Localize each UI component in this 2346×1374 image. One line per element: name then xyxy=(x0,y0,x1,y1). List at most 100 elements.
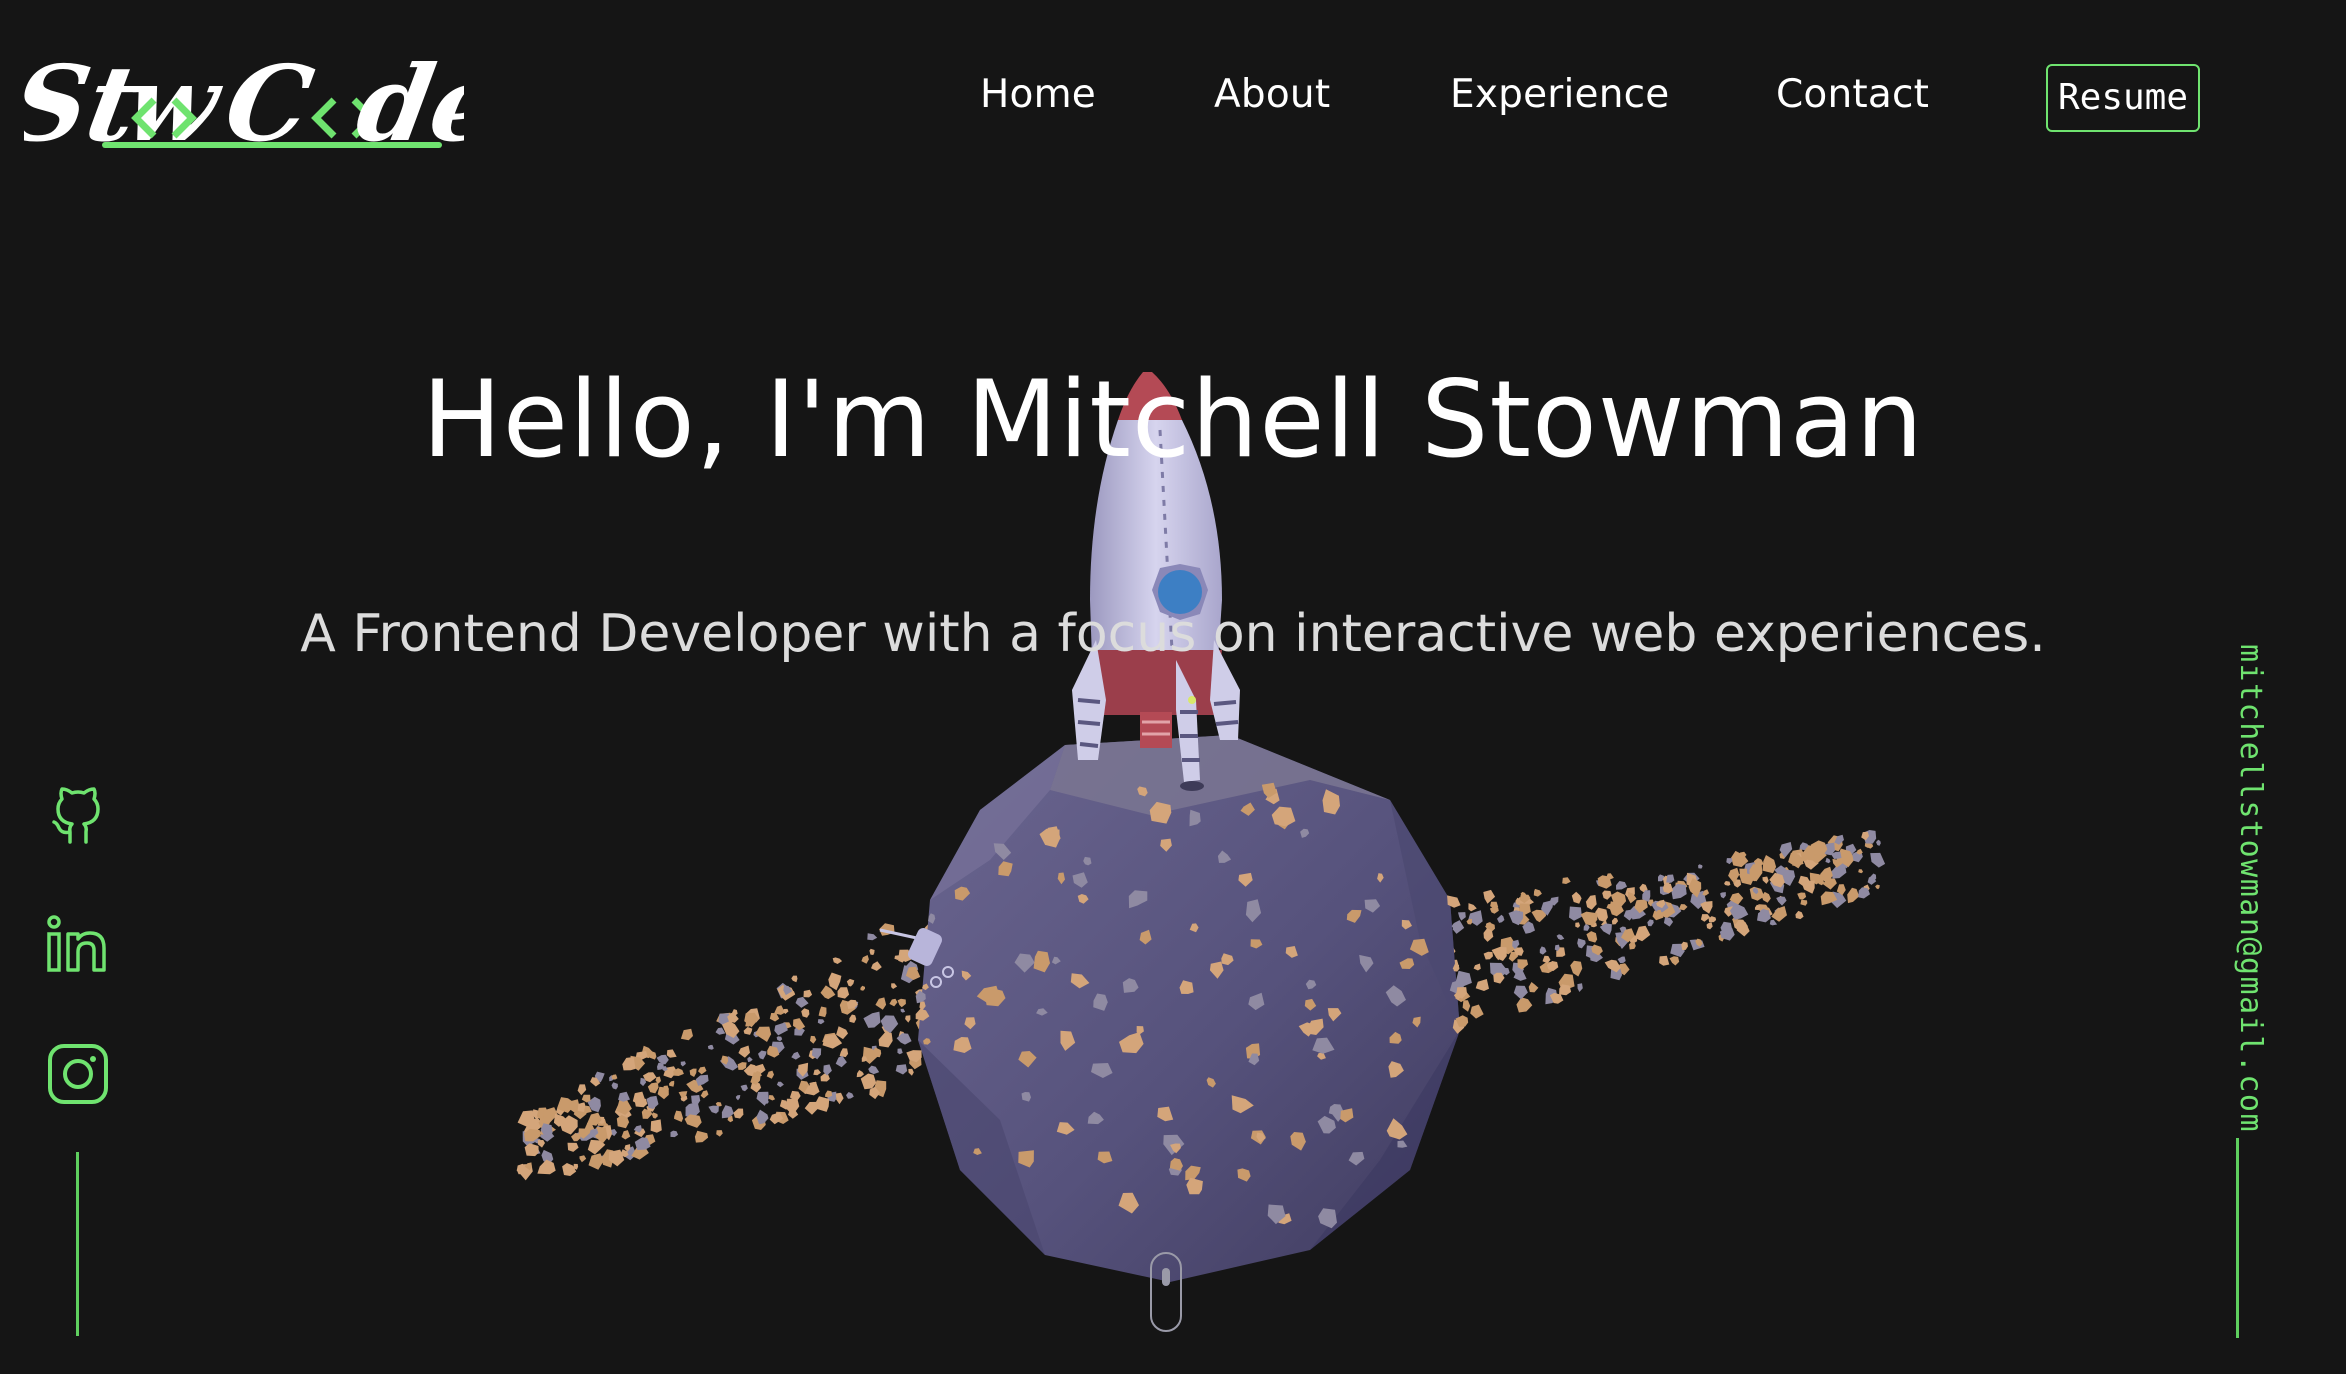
rock xyxy=(708,1105,719,1114)
rock xyxy=(1669,956,1680,966)
rock xyxy=(1470,1004,1484,1019)
rock xyxy=(813,1069,821,1076)
rock xyxy=(577,1084,587,1096)
rock xyxy=(1602,890,1612,900)
rock xyxy=(1706,922,1713,930)
rock xyxy=(1516,997,1533,1013)
rock xyxy=(837,987,850,999)
rock xyxy=(1562,877,1571,884)
rock xyxy=(755,1026,772,1042)
rock xyxy=(647,1082,659,1094)
rock xyxy=(786,1098,800,1116)
rock xyxy=(1776,896,1787,906)
rock xyxy=(1452,920,1465,934)
rock xyxy=(801,1008,810,1018)
rock xyxy=(839,1048,849,1058)
rock xyxy=(707,1044,714,1050)
rock xyxy=(1586,931,1598,943)
rock xyxy=(1497,914,1505,923)
rock xyxy=(897,1048,903,1055)
rock xyxy=(1468,903,1477,912)
rock xyxy=(817,1019,825,1025)
rock xyxy=(537,1140,545,1148)
portfolio-page: St w C de Home About Experience Contact … xyxy=(0,0,2346,1374)
rock xyxy=(1800,899,1808,906)
rock xyxy=(1671,883,1687,900)
rock xyxy=(1678,904,1688,911)
hero-title: Hello, I'm Mitchell Stowman xyxy=(422,358,1924,481)
rock xyxy=(836,1026,848,1040)
rock xyxy=(1724,881,1731,886)
rock xyxy=(700,1090,709,1099)
rock xyxy=(670,1130,679,1138)
rock xyxy=(715,1102,722,1107)
rock xyxy=(651,1112,658,1119)
rock xyxy=(680,1061,686,1067)
rock xyxy=(1533,888,1542,897)
rock xyxy=(1575,922,1581,928)
rock xyxy=(1795,910,1804,920)
rock xyxy=(689,1068,697,1077)
rock xyxy=(835,1055,847,1068)
rock xyxy=(695,1074,709,1086)
rock xyxy=(1489,907,1499,914)
rock xyxy=(878,1032,893,1048)
rock xyxy=(804,1101,819,1115)
rock xyxy=(716,1130,723,1137)
rock xyxy=(791,975,798,983)
rock xyxy=(722,1021,740,1038)
rock xyxy=(621,1130,631,1140)
rock xyxy=(1647,919,1654,927)
rock xyxy=(905,1015,911,1023)
rock xyxy=(1762,855,1777,874)
rock xyxy=(769,1013,780,1022)
rock xyxy=(1577,983,1583,992)
rock xyxy=(1797,892,1807,900)
rock xyxy=(875,997,887,1010)
rock xyxy=(1571,891,1582,904)
rock xyxy=(869,948,875,955)
rock xyxy=(1662,883,1673,894)
planet xyxy=(918,735,1460,1282)
rock xyxy=(1831,864,1847,879)
rock xyxy=(1666,874,1675,883)
rock xyxy=(768,1095,776,1101)
rock xyxy=(622,1057,636,1071)
rock xyxy=(1801,880,1815,894)
rock xyxy=(868,1065,880,1075)
rock xyxy=(816,1096,830,1112)
rock xyxy=(1606,903,1614,910)
rock xyxy=(1698,864,1703,869)
rock xyxy=(867,933,878,941)
rock xyxy=(793,1018,806,1031)
rock xyxy=(1629,942,1636,950)
rock xyxy=(1539,946,1547,955)
rock xyxy=(856,1070,864,1078)
rock xyxy=(1528,982,1539,993)
rock xyxy=(1876,839,1881,846)
scroll-indicator[interactable] xyxy=(1150,1252,1182,1332)
rock xyxy=(897,998,906,1008)
rock xyxy=(1473,963,1481,971)
rock xyxy=(820,1073,830,1082)
rock xyxy=(835,1092,844,1105)
rock xyxy=(1771,906,1787,922)
rock xyxy=(776,1081,784,1088)
rock xyxy=(880,1015,899,1034)
rock xyxy=(737,1062,747,1070)
rock xyxy=(611,1074,618,1080)
rock xyxy=(846,1092,854,1099)
rock xyxy=(669,1080,675,1087)
rock xyxy=(735,1095,741,1101)
rock xyxy=(650,1119,662,1133)
rock xyxy=(579,1155,587,1163)
hero-subtitle: A Frontend Developer with a focus on int… xyxy=(300,604,2046,664)
rock xyxy=(666,1049,677,1058)
rock xyxy=(1659,955,1670,966)
rock xyxy=(694,1130,709,1143)
rock xyxy=(1762,876,1769,884)
rock xyxy=(908,1068,914,1076)
rock xyxy=(674,1110,684,1122)
rock xyxy=(1483,951,1493,960)
rock xyxy=(1663,917,1674,927)
